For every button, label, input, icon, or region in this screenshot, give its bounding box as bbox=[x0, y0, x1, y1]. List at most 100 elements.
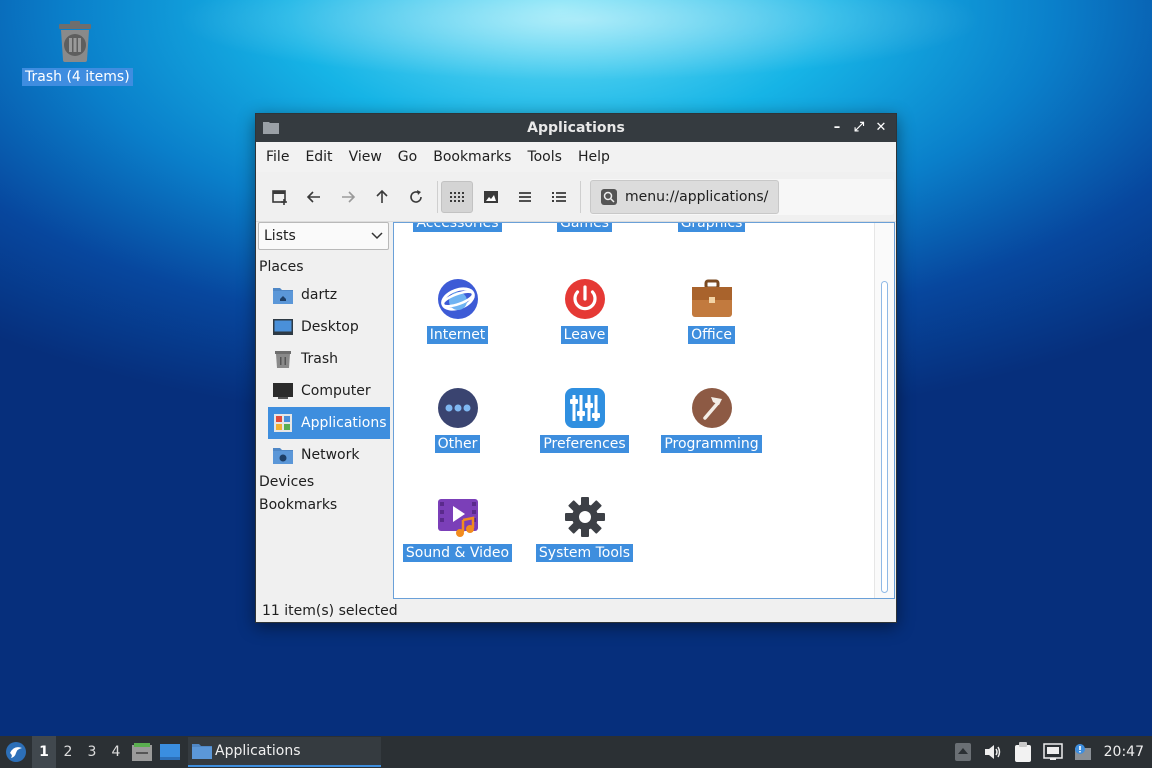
clipboard-icon bbox=[1014, 742, 1031, 762]
system-tray: 20:47 bbox=[948, 736, 1152, 768]
menu-help[interactable]: Help bbox=[570, 149, 618, 165]
app-item-office[interactable]: Office bbox=[648, 278, 775, 344]
thumbnail-view-button[interactable] bbox=[475, 181, 507, 213]
list-detail-icon bbox=[552, 191, 566, 202]
sidebar-item-label: Network bbox=[301, 447, 360, 463]
computer-icon bbox=[272, 381, 294, 401]
quicklaunch-show-desktop[interactable] bbox=[156, 736, 184, 768]
sidebar-item-label: dartz bbox=[301, 287, 338, 303]
tray-expand-button[interactable] bbox=[948, 736, 978, 768]
app-item-internet[interactable]: Internet bbox=[394, 278, 521, 344]
task-label: Applications bbox=[215, 743, 301, 759]
menu-edit[interactable]: Edit bbox=[297, 149, 340, 165]
menu-tools[interactable]: Tools bbox=[519, 149, 570, 165]
sidebar-item-home[interactable]: dartz bbox=[256, 279, 391, 311]
app-label: Leave bbox=[560, 326, 609, 344]
status-text: 11 item(s) selected bbox=[262, 603, 398, 619]
app-item-partial[interactable]: Graphics bbox=[648, 223, 775, 232]
window-titlebar[interactable]: Applications – ⤢ ✕ bbox=[256, 114, 896, 142]
workspace-3[interactable]: 3 bbox=[80, 736, 104, 768]
sidebar-mode-select[interactable]: Lists bbox=[258, 222, 389, 250]
places-heading[interactable]: Places bbox=[256, 256, 392, 279]
applications-icon bbox=[272, 413, 294, 433]
folder-icon bbox=[263, 120, 279, 134]
devices-heading[interactable]: Devices bbox=[256, 471, 392, 494]
grid-icon bbox=[450, 191, 464, 202]
arrow-right-icon bbox=[342, 190, 356, 203]
maximize-button[interactable]: ⤢ bbox=[850, 118, 868, 136]
toolbar-separator bbox=[580, 180, 581, 213]
vertical-scrollbar[interactable] bbox=[874, 223, 894, 598]
lxqt-logo-icon bbox=[6, 742, 26, 762]
preferences-sliders-icon bbox=[564, 387, 606, 429]
list-compact-icon bbox=[519, 191, 531, 202]
clipboard-button[interactable] bbox=[1008, 736, 1038, 768]
sidebar-item-network[interactable]: Network bbox=[256, 439, 391, 471]
toolbar-separator bbox=[437, 180, 438, 213]
toolbar: menu://applications/ bbox=[256, 172, 896, 222]
taskbar-task-applications[interactable]: Applications bbox=[188, 737, 381, 767]
search-icon bbox=[601, 188, 617, 205]
forward-button[interactable] bbox=[332, 181, 364, 213]
desktop-trash-label: Trash (4 items) bbox=[22, 68, 133, 86]
sidebar-item-computer[interactable]: Computer bbox=[256, 375, 391, 407]
desktop-trash-shortcut[interactable]: Trash (4 items) bbox=[22, 20, 133, 86]
menu-file[interactable]: File bbox=[258, 149, 297, 165]
sidebar-item-applications[interactable]: Applications bbox=[268, 407, 390, 439]
menu-go[interactable]: Go bbox=[390, 149, 425, 165]
detail-view-button[interactable] bbox=[543, 181, 575, 213]
app-item-system-tools[interactable]: System Tools bbox=[521, 496, 648, 562]
app-item-partial[interactable]: Accessories bbox=[394, 223, 521, 232]
minimize-button[interactable]: – bbox=[828, 118, 846, 136]
trash-icon bbox=[55, 20, 95, 64]
menu-bookmarks[interactable]: Bookmarks bbox=[425, 149, 519, 165]
menu-view[interactable]: View bbox=[341, 149, 390, 165]
location-path: menu://applications/ bbox=[625, 188, 769, 205]
sidebar-item-desktop[interactable]: Desktop bbox=[256, 311, 391, 343]
other-dots-icon bbox=[437, 387, 479, 429]
app-label: Programming bbox=[661, 435, 762, 453]
sidebar-item-label: Desktop bbox=[301, 319, 359, 335]
briefcase-icon bbox=[691, 278, 733, 320]
desktop-icon bbox=[272, 317, 294, 337]
compact-view-button[interactable] bbox=[509, 181, 541, 213]
workspace-2[interactable]: 2 bbox=[56, 736, 80, 768]
close-button[interactable]: ✕ bbox=[872, 118, 890, 136]
app-item-leave[interactable]: Leave bbox=[521, 278, 648, 344]
icon-view-button[interactable] bbox=[441, 180, 473, 213]
app-item-preferences[interactable]: Preferences bbox=[521, 387, 648, 453]
workspace-4[interactable]: 4 bbox=[104, 736, 128, 768]
folder-icon bbox=[192, 744, 212, 759]
reload-button[interactable] bbox=[400, 181, 432, 213]
power-icon bbox=[564, 278, 606, 320]
up-button[interactable] bbox=[366, 181, 398, 213]
taskbar: 1 2 3 4 Applications 20:47 bbox=[0, 736, 1152, 768]
new-tab-icon bbox=[272, 189, 287, 205]
new-tab-button[interactable] bbox=[264, 181, 296, 213]
network-button[interactable] bbox=[1038, 736, 1068, 768]
app-item-partial[interactable]: Games bbox=[521, 223, 648, 232]
app-label: Accessories bbox=[413, 223, 502, 232]
bookmarks-heading[interactable]: Bookmarks bbox=[256, 494, 392, 517]
app-item-sound-video[interactable]: Sound & Video bbox=[394, 496, 521, 562]
clock[interactable]: 20:47 bbox=[1098, 744, 1152, 760]
workspace-1[interactable]: 1 bbox=[32, 736, 56, 768]
sidebar-item-trash[interactable]: Trash bbox=[256, 343, 391, 375]
start-menu-button[interactable] bbox=[0, 736, 32, 768]
location-bar[interactable]: menu://applications/ bbox=[590, 178, 894, 215]
sidebar-mode-value: Lists bbox=[264, 228, 296, 244]
app-item-other[interactable]: Other bbox=[394, 387, 521, 453]
back-button[interactable] bbox=[298, 181, 330, 213]
hammer-icon bbox=[691, 387, 733, 429]
volume-button[interactable] bbox=[978, 736, 1008, 768]
quicklaunch-file-manager[interactable] bbox=[128, 736, 156, 768]
scrollbar-thumb[interactable] bbox=[881, 281, 888, 593]
app-item-programming[interactable]: Programming bbox=[648, 387, 775, 453]
notifications-button[interactable] bbox=[1068, 736, 1098, 768]
file-manager-icon bbox=[132, 743, 152, 761]
home-folder-icon bbox=[272, 285, 294, 305]
app-label: System Tools bbox=[535, 544, 634, 562]
location-button[interactable]: menu://applications/ bbox=[590, 179, 780, 214]
app-label: Office bbox=[688, 326, 735, 344]
icon-view[interactable]: Accessories Games Graphics Internet Leav… bbox=[393, 222, 895, 599]
